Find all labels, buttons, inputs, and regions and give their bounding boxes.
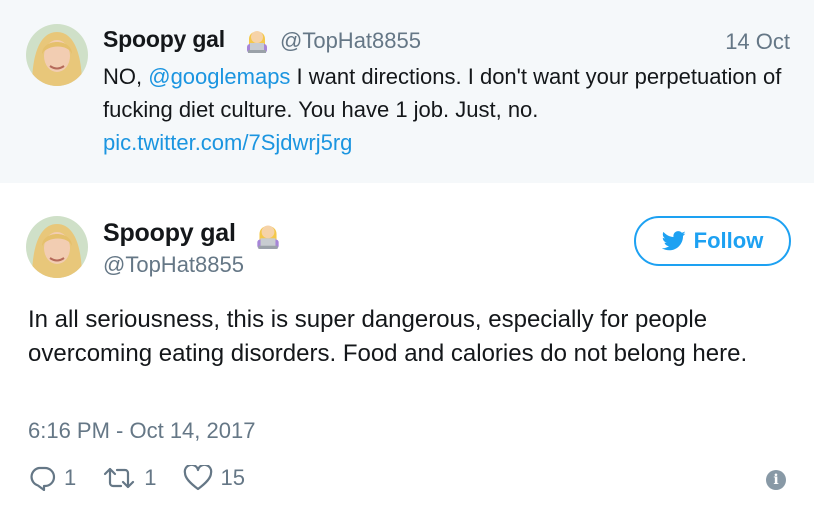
reply-icon	[30, 466, 56, 491]
follow-button[interactable]: Follow	[634, 216, 791, 266]
author-handle[interactable]: @TopHat8855	[103, 252, 244, 278]
retweet-button[interactable]: 1	[102, 465, 157, 491]
reply-count: 1	[64, 465, 77, 490]
author-name[interactable]: Spoopy gal	[103, 219, 236, 248]
retweet-count: 1	[144, 465, 157, 490]
parent-author-name[interactable]: Spoopy gal	[103, 26, 225, 53]
parent-tweet[interactable]: Spoopy gal @TopHat8855 14 Oct NO, @googl…	[0, 0, 814, 183]
retweet-icon	[104, 467, 135, 489]
reply-button[interactable]: 1	[28, 465, 76, 491]
tweet-text: In all seriousness, this is super danger…	[28, 306, 748, 367]
tweet-actions: 1 1 15	[28, 460, 271, 496]
parent-author-handle[interactable]: @TopHat8855	[280, 28, 421, 54]
like-count: 15	[220, 465, 245, 490]
avatar[interactable]	[26, 216, 88, 278]
parent-tweet-text: NO, @googlemaps I want directions. I don…	[103, 60, 793, 159]
mention-link[interactable]: @googlemaps	[148, 64, 290, 89]
tweet-timestamp[interactable]: 6:16 PM - Oct 14, 2017	[28, 418, 255, 444]
twitter-bird-icon	[661, 231, 686, 251]
parent-text-prefix: NO,	[103, 64, 149, 89]
follow-label: Follow	[693, 228, 764, 253]
info-icon[interactable]: i	[766, 470, 786, 490]
woman-technologist-emoji-icon	[252, 218, 284, 250]
parent-tweet-date[interactable]: 14 Oct	[725, 29, 790, 55]
like-button[interactable]: 15	[183, 465, 245, 491]
avatar[interactable]	[26, 24, 88, 86]
woman-technologist-emoji-icon	[242, 24, 272, 54]
heart-icon	[183, 465, 212, 491]
pic-link[interactable]: pic.twitter.com/7Sjdwrj5rg	[103, 130, 352, 155]
